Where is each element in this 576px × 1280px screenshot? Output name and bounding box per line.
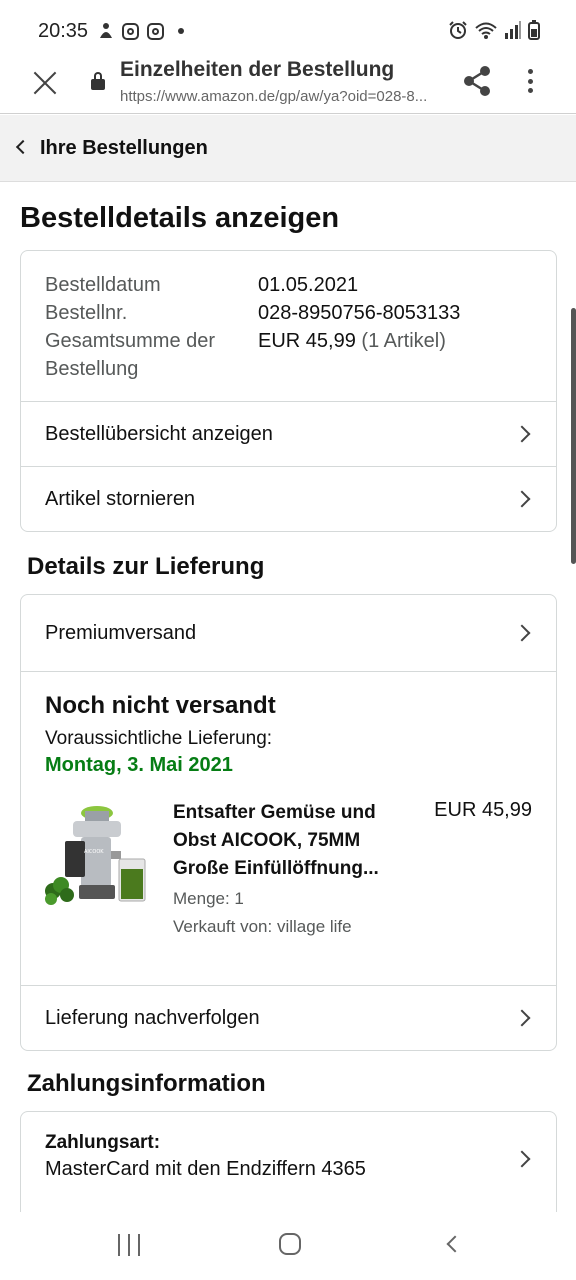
order-total-value: EUR 45,99 (1 Artikel) [258,327,446,383]
alarm-icon [449,21,467,39]
product-seller: Verkauft von: village life [173,917,352,936]
payment-card: Zahlungsart: MasterCard mit den Endziffe… [20,1111,557,1212]
track-package-link[interactable]: Lieferung nachverfolgen [21,985,556,1050]
instagram-icon [147,22,164,40]
system-nav-bar [0,1212,576,1280]
payment-section-title: Zahlungsinformation [27,1070,266,1097]
cancel-items-label: Artikel stornieren [45,487,196,510]
delivery-card: Premiumversand Noch nicht versandt Vorau… [20,594,557,1051]
expected-delivery-date: Montag, 3. Mai 2021 [45,754,233,776]
product-image-brand: AICOOK [84,849,104,855]
chevron-right-icon [513,624,531,642]
chevron-left-icon [15,139,31,155]
order-summary-card: Bestelldatum 01.05.2021 Bestellnr. 028-8… [20,250,557,532]
shipping-method-label: Premiumversand [45,621,197,644]
recent-apps-icon[interactable] [118,1234,140,1256]
chevron-right-icon [513,490,531,508]
back-icon[interactable] [446,1235,464,1253]
order-number-label: Bestellnr. [45,302,128,324]
track-package-label: Lieferung nachverfolgen [45,1006,260,1029]
product-price: EUR 45,99 [434,799,532,821]
browser-toolbar: Einzelheiten der Bestellung https://www.… [0,58,576,114]
order-item-count: (1 Artikel) [361,330,446,352]
chevron-right-icon [513,1009,531,1027]
close-icon[interactable] [30,68,60,98]
product-name[interactable]: Entsafter Gemüse und Obst AICOOK, 75MM G… [173,799,413,883]
product-quantity: Menge: 1 [173,889,244,908]
chevron-right-icon [513,425,531,443]
instagram-icon [122,22,139,40]
status-bar: 20:35 [0,0,576,60]
order-total-label-line1: Gesamtsumme der [45,330,216,352]
battery-icon [528,20,540,40]
order-total-label: Gesamtsumme der Bestellung [45,327,258,383]
order-number-value: 028-8950756-8053133 [258,302,461,324]
payment-method-label: Zahlungsart: [45,1132,161,1153]
view-order-summary-link[interactable]: Bestellübersicht anzeigen [21,401,556,466]
signal-icon [505,21,521,39]
order-total-amount: EUR 45,99 [258,330,356,352]
cancel-items-link[interactable]: Artikel stornieren [21,466,556,531]
breadcrumb[interactable]: Ihre Bestellungen [0,115,576,182]
lock-icon[interactable] [91,72,105,90]
delivery-section-title: Details zur Lieferung [27,553,265,580]
view-order-summary-label: Bestellübersicht anzeigen [45,422,273,445]
shipment-block: Noch nicht versandt Voraussichtliche Lie… [21,671,556,985]
order-total-label-line2: Bestellung [45,358,139,380]
home-icon[interactable] [279,1233,301,1255]
payment-method-value: MasterCard mit den Endziffern 4365 [45,1158,366,1180]
scrollbar[interactable] [571,308,576,564]
wifi-icon [475,22,497,39]
payment-method-link[interactable]: Zahlungsart: MasterCard mit den Endziffe… [21,1112,556,1206]
shipment-status: Noch nicht versandt [45,692,276,719]
order-summary: Bestelldatum 01.05.2021 Bestellnr. 028-8… [21,251,556,401]
browser-page-title[interactable]: Einzelheiten der Bestellung [120,58,394,82]
notification-app-icon [100,23,112,38]
shipping-method-link[interactable]: Premiumversand [21,595,556,671]
system-icons [448,20,540,40]
order-date-label: Bestelldatum [45,274,161,296]
expected-delivery-label: Voraussichtliche Lieferung: [45,728,273,749]
more-menu-icon[interactable] [518,66,542,96]
status-time: 20:35 [38,20,89,42]
product-item: AICOOK Entsafter Gemüse und Obst AICOOK,… [45,799,532,949]
order-date-value: 01.05.2021 [258,274,359,296]
more-notifications-dot [178,28,184,34]
breadcrumb-label[interactable]: Ihre Bestellungen [40,137,208,160]
share-icon[interactable] [460,64,494,98]
notification-icons [98,22,184,40]
browser-url[interactable]: https://www.amazon.de/gp/aw/ya?oid=028-8… [120,88,460,105]
page-title: Bestelldetails anzeigen [20,202,340,234]
product-image[interactable]: AICOOK [45,799,149,907]
